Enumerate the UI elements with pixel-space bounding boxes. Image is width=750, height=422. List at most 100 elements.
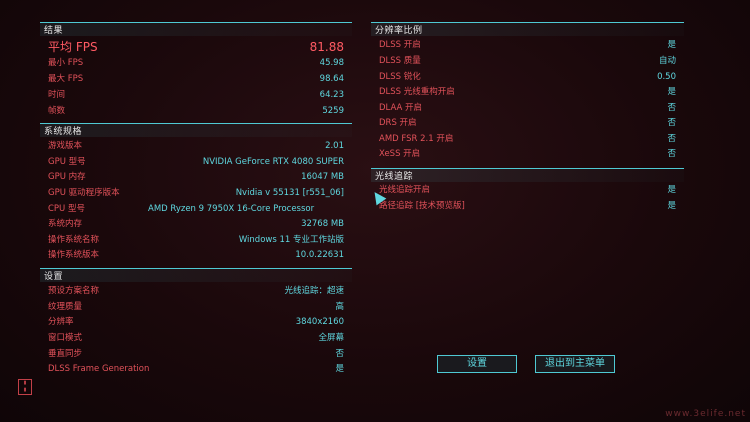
value: 全屏幕 bbox=[318, 333, 344, 343]
spec-row: 操作系统名称 Windows 11 专业工作站版 bbox=[40, 233, 352, 248]
result-row-avg-fps: 平均 FPS 81.88 bbox=[40, 39, 352, 56]
value: 5259 bbox=[322, 106, 344, 116]
value: 高 bbox=[335, 302, 344, 312]
value: 2.01 bbox=[325, 141, 344, 151]
label: 游戏版本 bbox=[48, 141, 83, 151]
exit-to-main-menu-button[interactable]: 退出到主菜单 bbox=[535, 355, 615, 373]
settings-header: 设置 bbox=[40, 268, 352, 282]
setting-row: 窗口模式 全屏幕 bbox=[40, 331, 352, 346]
spec-row: GPU 驱动程序版本 Nvidia v 55131 [r551_06] bbox=[40, 186, 352, 201]
results-title: 结果 bbox=[44, 26, 64, 36]
label: DLSS 光线重构开启 bbox=[379, 87, 455, 97]
value: 45.98 bbox=[319, 58, 344, 68]
label: 光线追踪开启 bbox=[379, 185, 431, 195]
resolution-row: DLSS 开启 是 bbox=[371, 38, 684, 53]
label: 路径追踪 [技术预览版] bbox=[379, 201, 465, 211]
label: 操作系统版本 bbox=[48, 250, 100, 260]
value: 光线追踪：超速 bbox=[284, 286, 344, 296]
game-logo-icon: ▮ ▮ bbox=[18, 379, 32, 395]
label: DLSS 锐化 bbox=[379, 72, 421, 82]
label: 最小 FPS bbox=[48, 58, 84, 68]
setting-row: 分辨率 3840x2160 bbox=[40, 315, 352, 330]
value: Windows 11 专业工作站版 bbox=[238, 235, 344, 245]
value: 32768 MB bbox=[301, 219, 344, 229]
label: 操作系统名称 bbox=[48, 235, 100, 245]
value: 98.64 bbox=[319, 74, 344, 84]
result-row-min-fps: 最小 FPS 45.98 bbox=[40, 56, 352, 71]
label: DRS 开启 bbox=[379, 118, 417, 128]
value: AMD Ryzen 9 7950X 16-Core Processor bbox=[148, 204, 315, 214]
value: Nvidia v 55131 [r551_06] bbox=[235, 188, 344, 198]
label: GPU 型号 bbox=[48, 157, 86, 167]
value: 81.88 bbox=[309, 40, 344, 54]
value: 是 bbox=[667, 201, 676, 211]
resolution-row: AMD FSR 2.1 开启 否 bbox=[371, 132, 684, 147]
left-panel: 结果 平均 FPS 81.88 最小 FPS 45.98 最大 FPS 98.64 时… bbox=[40, 22, 352, 382]
resolution-row: DLSS 光线重构开启 是 bbox=[371, 85, 684, 100]
label: 预设方案名称 bbox=[48, 286, 100, 296]
label: DLAA 开启 bbox=[379, 103, 423, 113]
resolution-row: XeSS 开启 否 bbox=[371, 147, 684, 162]
resolution-header: 分辨率比例 bbox=[371, 22, 684, 36]
label: XeSS 开启 bbox=[379, 149, 421, 159]
raytracing-header: 光线追踪 bbox=[371, 168, 684, 182]
label: CPU 型号 bbox=[48, 204, 85, 214]
resolution-title: 分辨率比例 bbox=[375, 26, 423, 36]
value: 0.50 bbox=[657, 72, 676, 82]
label: DLSS 开启 bbox=[379, 40, 421, 50]
spec-row: GPU 内存 16047 MB bbox=[40, 170, 352, 185]
label: 系统内存 bbox=[48, 219, 83, 229]
label: 分辨率 bbox=[48, 317, 74, 327]
spec-row: 系统内存 32768 MB bbox=[40, 217, 352, 232]
raytracing-row: 光线追踪开启 是 bbox=[371, 183, 684, 198]
result-row-max-fps: 最大 FPS 98.64 bbox=[40, 72, 352, 87]
settings-title: 设置 bbox=[44, 272, 64, 282]
results-header: 结果 bbox=[40, 22, 352, 36]
raytracing-row: 路径追踪 [技术预览版] 是 bbox=[371, 199, 684, 214]
label: AMD FSR 2.1 开启 bbox=[379, 134, 454, 144]
value: 否 bbox=[667, 118, 676, 128]
result-row-time: 时间 64.23 bbox=[40, 88, 352, 103]
specs-header: 系统规格 bbox=[40, 123, 352, 137]
value: NVIDIA GeForce RTX 4080 SUPER bbox=[202, 157, 344, 167]
resolution-row: DLSS 锐化 0.50 bbox=[371, 70, 684, 85]
label: 垂直同步 bbox=[48, 349, 83, 359]
label: 最大 FPS bbox=[48, 74, 84, 84]
setting-row: 垂直同步 否 bbox=[40, 347, 352, 362]
label: 窗口模式 bbox=[48, 333, 83, 343]
watermark: www.3elife.net bbox=[665, 409, 746, 419]
value: 否 bbox=[335, 349, 344, 359]
result-row-frames: 帧数 5259 bbox=[40, 104, 352, 119]
raytracing-title: 光线追踪 bbox=[375, 172, 414, 182]
value: 否 bbox=[667, 103, 676, 113]
spec-row: 游戏版本 2.01 bbox=[40, 139, 352, 154]
spec-row: GPU 型号 NVIDIA GeForce RTX 4080 SUPER bbox=[40, 155, 352, 170]
label: DLSS 质量 bbox=[379, 56, 421, 66]
spec-row: CPU 型号 AMD Ryzen 9 7950X 16-Core Processo… bbox=[40, 202, 352, 217]
value: 10.0.22631 bbox=[295, 250, 344, 260]
label: 帧数 bbox=[48, 106, 66, 116]
value: 是 bbox=[667, 40, 676, 50]
spec-row: 操作系统版本 10.0.22631 bbox=[40, 248, 352, 263]
settings-button[interactable]: 设置 bbox=[437, 355, 517, 373]
value: 否 bbox=[667, 149, 676, 159]
value: 否 bbox=[667, 134, 676, 144]
setting-row: 预设方案名称 光线追踪：超速 bbox=[40, 284, 352, 299]
resolution-row: DLSS 质量 自动 bbox=[371, 54, 684, 69]
setting-row: 纹理质量 高 bbox=[40, 300, 352, 315]
specs-title: 系统规格 bbox=[44, 127, 83, 137]
setting-row: DLSS Frame Generation 是 bbox=[40, 362, 352, 377]
right-panel: 分辨率比例 DLSS 开启是 DLSS 质量 自动 DLSS 锐化 0.50 DLS… bbox=[371, 22, 684, 222]
resolution-row: DLAA 开启 否 bbox=[371, 101, 684, 116]
label: 平均 FPS bbox=[48, 40, 98, 54]
label: GPU 驱动程序版本 bbox=[48, 188, 120, 198]
value: 是 bbox=[335, 364, 344, 374]
label: 纹理质量 bbox=[48, 302, 83, 312]
value: 64.23 bbox=[319, 90, 344, 100]
value: 3840x2160 bbox=[295, 317, 344, 327]
label: DLSS Frame Generation bbox=[48, 364, 150, 374]
value: 是 bbox=[667, 87, 676, 97]
value: 自动 bbox=[658, 56, 676, 66]
label: GPU 内存 bbox=[48, 172, 86, 182]
resolution-row: DRS 开启 否 bbox=[371, 116, 684, 131]
